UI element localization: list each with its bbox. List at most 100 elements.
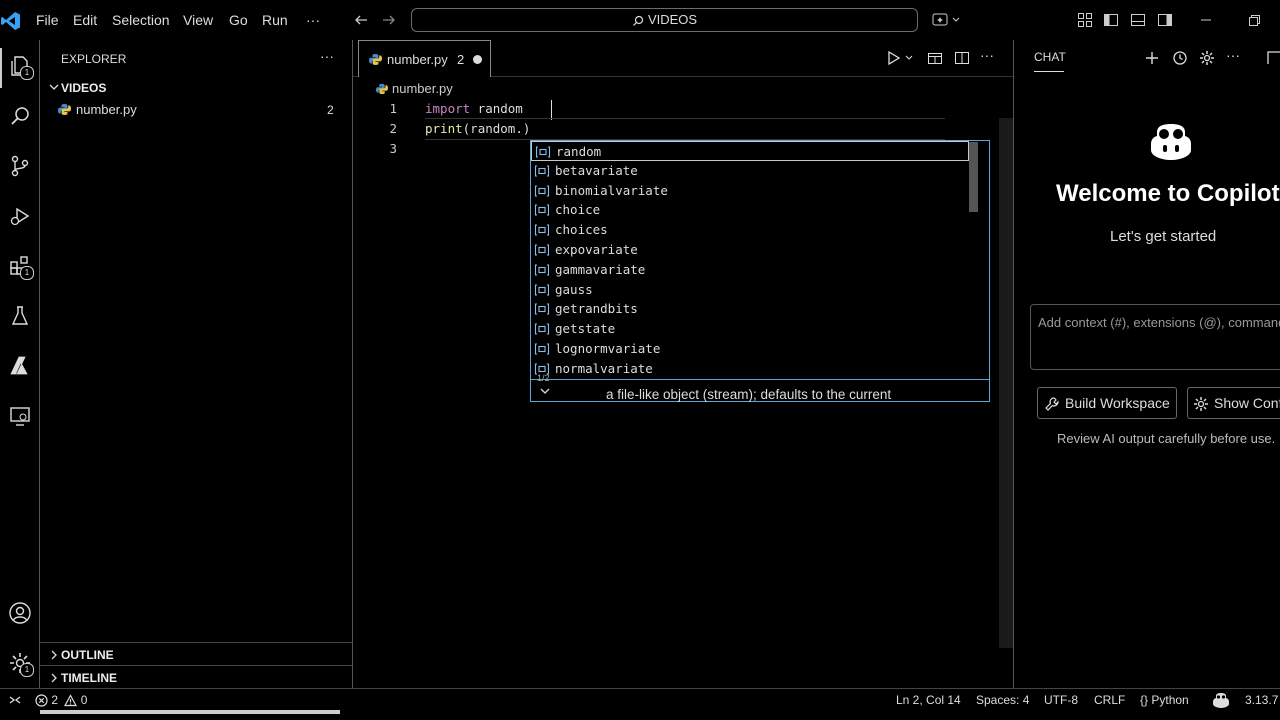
error-count: 2	[51, 693, 59, 707]
forward-arrow-icon[interactable]	[381, 12, 397, 28]
editor-scrollbar[interactable]	[999, 118, 1013, 648]
code-text: (random.)	[462, 121, 531, 136]
editor-more-actions[interactable]: ···	[980, 47, 994, 63]
accounts-icon[interactable]	[4, 597, 36, 629]
outline-section[interactable]: OUTLINE	[40, 645, 352, 665]
back-arrow-icon[interactable]	[353, 12, 369, 28]
variable-icon	[534, 203, 550, 217]
suggestion-item[interactable]: getrandbits	[531, 299, 979, 319]
tab-number-py[interactable]: number.py 2	[358, 40, 491, 77]
manage-gear-icon[interactable]: 1	[4, 647, 36, 679]
copilot-sparkle-icon[interactable]	[932, 12, 962, 28]
suggestion-label: gauss	[555, 281, 593, 297]
suggestion-item[interactable]: lognormvariate	[531, 339, 979, 359]
restore-icon[interactable]	[1246, 12, 1262, 28]
variable-icon	[534, 164, 550, 178]
split-editor-icon[interactable]	[954, 50, 970, 66]
line-number: 1	[389, 101, 397, 116]
language-mode[interactable]: {} Python	[1140, 689, 1189, 711]
suggestion-label: expovariate	[555, 242, 638, 257]
breadcrumb[interactable]: number.py	[376, 80, 453, 96]
encoding[interactable]: UTF-8	[1044, 689, 1078, 711]
outline-title: OUTLINE	[61, 648, 114, 662]
folder-row[interactable]: VIDEOS	[40, 77, 352, 97]
command-center-search[interactable]: VIDEOS	[411, 8, 918, 32]
suggestion-label: gammavariate	[555, 261, 646, 277]
suggest-widget: random betavariate binomialvariate choice ch…	[530, 140, 990, 402]
file-row-number-py[interactable]: number.py 2	[40, 100, 352, 120]
suggestion-item[interactable]: random	[531, 141, 969, 161]
copilot-icon	[1149, 122, 1193, 162]
toggle-panel-icon[interactable]	[1130, 12, 1146, 28]
suggestion-item[interactable]: gammavariate	[531, 260, 979, 280]
build-workspace-label: Build Workspace	[1065, 395, 1170, 411]
suggestion-label: getstate	[555, 321, 616, 337]
settings-gear-icon[interactable]	[1199, 50, 1215, 66]
maximize-icon[interactable]	[1267, 50, 1280, 66]
build-workspace-button[interactable]: Build Workspace	[1037, 387, 1177, 419]
suggest-scrollbar[interactable]	[969, 142, 978, 212]
timeline-section[interactable]: TIMELINE	[40, 668, 352, 688]
code-line[interactable]: import random	[425, 101, 523, 116]
menu-more[interactable]: ···	[306, 0, 320, 40]
suggestion-item[interactable]: expovariate	[531, 240, 979, 260]
explorer-more-button[interactable]: ···	[320, 48, 334, 64]
variable-icon	[534, 322, 550, 336]
python-version[interactable]: 3.13.7	[1245, 689, 1278, 711]
text-cursor-ibeam-icon	[551, 100, 552, 120]
status-bar: 2 0 Ln 2, Col 14 Spaces: 4 UTF-8 CRLF {}…	[0, 688, 1280, 710]
problems-indicator[interactable]: 2 0	[35, 689, 87, 711]
remote-explorer-icon[interactable]	[4, 400, 36, 432]
suggestion-item[interactable]: betavariate	[531, 161, 979, 181]
suggestion-item[interactable]: getstate	[531, 319, 979, 339]
suggestion-item[interactable]: binomialvariate	[531, 181, 979, 201]
explorer-icon[interactable]: 1	[4, 50, 36, 82]
menu-edit[interactable]: Edit	[73, 0, 97, 40]
manage-badge: 1	[20, 663, 34, 677]
menu-view[interactable]: View	[183, 0, 213, 40]
code-line[interactable]: print(random.)	[425, 121, 530, 136]
new-chat-plus-icon[interactable]	[1144, 50, 1160, 66]
search-view-icon[interactable]	[4, 100, 36, 132]
suggestion-item[interactable]: choice	[531, 200, 979, 220]
copilot-status-icon[interactable]	[1212, 689, 1230, 711]
language-label: Python	[1151, 693, 1189, 707]
customize-layout-icon[interactable]	[1077, 12, 1093, 28]
horizontal-scrollbar[interactable]	[40, 710, 340, 714]
suggestion-item[interactable]: gauss	[531, 280, 979, 300]
remote-indicator-icon[interactable]	[8, 689, 22, 711]
source-control-icon[interactable]	[4, 150, 36, 182]
azure-icon[interactable]	[4, 350, 36, 382]
vscode-logo-icon	[0, 10, 22, 32]
menu-run[interactable]: Run	[262, 0, 288, 40]
suggestion-item[interactable]: normalvariate	[531, 359, 979, 379]
minimize-icon[interactable]	[1198, 12, 1214, 28]
menu-go[interactable]: Go	[229, 0, 248, 40]
menu-selection[interactable]: Selection	[112, 0, 170, 40]
line-number: 3	[389, 141, 397, 156]
suggestion-item[interactable]: choices	[531, 220, 979, 240]
toggle-secondary-sidebar-icon[interactable]	[1157, 12, 1173, 28]
open-changes-icon[interactable]	[927, 50, 943, 66]
show-config-button[interactable]: Show Config	[1187, 387, 1280, 419]
menu-file[interactable]: File	[36, 0, 59, 40]
chat-title: CHAT	[1034, 50, 1066, 64]
run-debug-icon[interactable]	[4, 200, 36, 232]
chat-more-button[interactable]: ···	[1226, 47, 1240, 63]
line-number: 2	[389, 121, 397, 136]
history-icon[interactable]	[1172, 50, 1188, 66]
indentation[interactable]: Spaces: 4	[976, 689, 1029, 711]
extensions-icon[interactable]: 1	[4, 250, 36, 282]
run-python-file-icon[interactable]	[887, 50, 915, 66]
chevron-down-icon[interactable]	[539, 386, 551, 396]
variable-icon	[534, 184, 550, 198]
toggle-primary-sidebar-icon[interactable]	[1103, 12, 1119, 28]
end-of-line[interactable]: CRLF	[1094, 689, 1125, 711]
unsaved-dot-icon[interactable]	[473, 55, 482, 64]
suggestion-label: lognormvariate	[555, 341, 661, 356]
variable-icon	[534, 283, 550, 297]
chat-input[interactable]: Add context (#), extensions (@), command…	[1030, 304, 1280, 370]
chat-input-placeholder: Add context (#), extensions (@), command…	[1038, 315, 1280, 330]
cursor-position[interactable]: Ln 2, Col 14	[896, 689, 961, 711]
testing-flask-icon[interactable]	[4, 300, 36, 332]
